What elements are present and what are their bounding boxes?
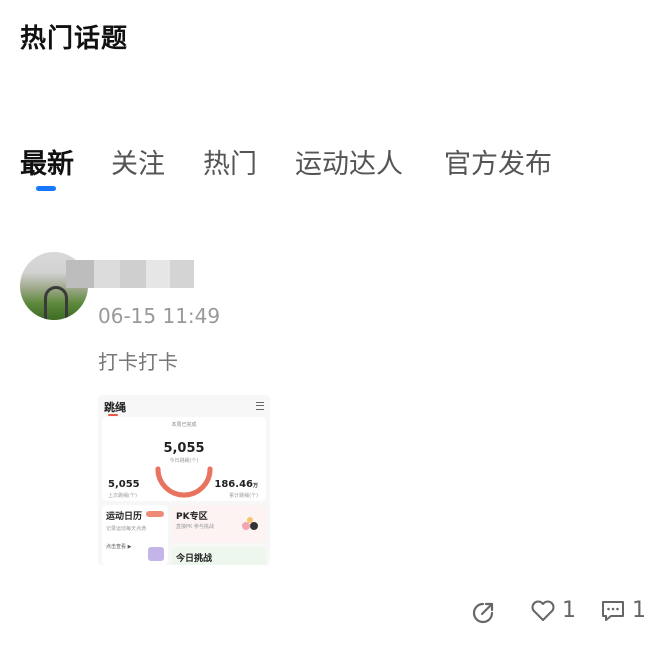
tab-sports-stars[interactable]: 运动达人 (295, 142, 403, 181)
page-title: 热门话题 (20, 24, 129, 54)
heart-icon (531, 600, 555, 621)
tab-latest[interactable]: 最新 (20, 142, 74, 181)
like-button[interactable]: 1 (530, 598, 576, 623)
tab-following[interactable]: 关注 (111, 142, 165, 181)
image-tile-calendar: 运动日历 记录运动每天点滴 点击查看 ▶ (102, 505, 168, 565)
post-card: 06-15 11:49 打卡打卡 跳绳 本周已完成 5,055 今日跳绳(个) … (20, 250, 640, 650)
image-tile1-sub: 记录运动每天点滴 (106, 526, 147, 532)
image-right-unit: 万 (252, 483, 258, 489)
image-tile2-title: PK专区 (176, 512, 208, 522)
share-icon (472, 602, 494, 624)
image-tile1-badge (146, 511, 164, 517)
comment-icon (602, 600, 624, 621)
image-right-number: 186.46万 (214, 479, 258, 490)
image-right-value: 186.46 (214, 479, 253, 490)
image-stats-card: 本周已完成 5,055 今日跳绳(个) 5,055 上次跳绳(个) 186.46… (102, 417, 266, 501)
image-big-sub: 今日跳绳(个) (169, 458, 199, 464)
tab-official[interactable]: 官方发布 (444, 142, 552, 181)
post-image[interactable]: 跳绳 本周已完成 5,055 今日跳绳(个) 5,055 上次跳绳(个) 186… (98, 395, 270, 565)
username-blurred[interactable] (66, 260, 194, 288)
like-count: 1 (562, 598, 576, 623)
tab-hot[interactable]: 热门 (203, 142, 257, 181)
pk-decoration-icon (242, 517, 258, 530)
image-tile3-title: 今日挑战 (176, 554, 213, 564)
image-left-label: 上次跳绳(个) (108, 493, 137, 499)
post-text: 打卡打卡 (98, 350, 178, 374)
share-button[interactable] (470, 598, 498, 626)
image-header-underline (108, 414, 118, 416)
image-left-number: 5,055 (108, 479, 140, 490)
post-timestamp: 06-15 11:49 (98, 304, 221, 328)
image-tile1-title: 运动日历 (106, 512, 143, 522)
avatar-figure (44, 286, 68, 320)
image-card-label: 本周已完成 (171, 422, 197, 428)
tab-active-indicator (36, 186, 56, 191)
calendar-decoration-icon (148, 547, 164, 561)
image-header-title: 跳绳 (104, 401, 126, 414)
image-tile-pk: PK专区 直接PK 参与挑战 (172, 505, 266, 543)
comment-button[interactable]: 1 (600, 598, 646, 623)
image-tile2-sub: 直接PK 参与挑战 (176, 524, 214, 530)
comment-count: 1 (632, 598, 646, 623)
menu-icon (256, 402, 264, 410)
image-right-label: 累计跳绳(个) (229, 493, 258, 499)
image-tile-challenge: 今日挑战 (172, 547, 266, 565)
image-big-number: 5,055 (163, 441, 205, 456)
image-tile1-link: 点击查看 ▶ (106, 544, 132, 550)
